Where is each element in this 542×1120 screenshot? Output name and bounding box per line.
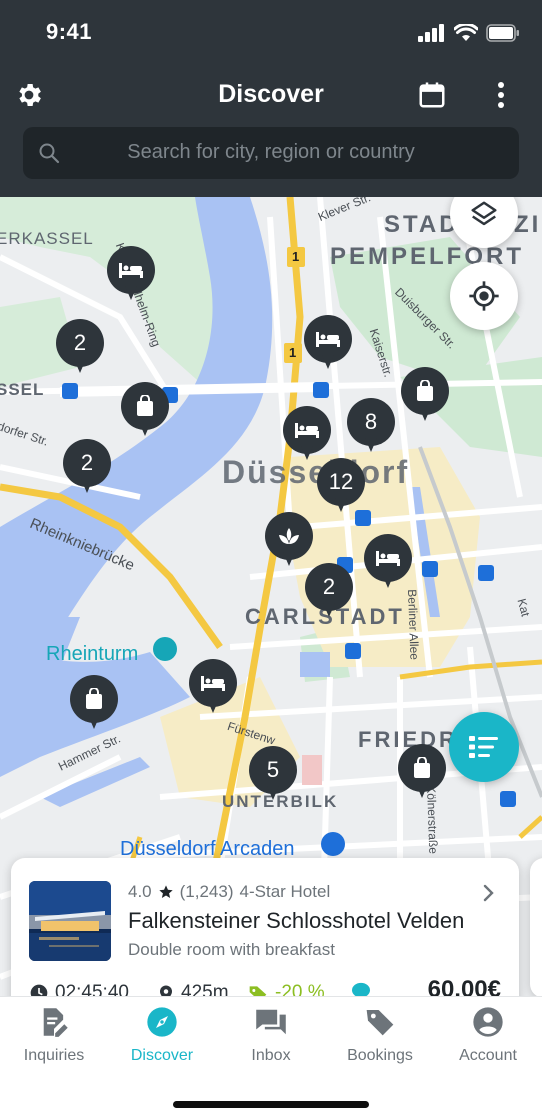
tab-inbox[interactable]: Inbox bbox=[217, 1005, 325, 1075]
cluster-pin[interactable]: 2 bbox=[56, 319, 104, 375]
tab-label: Account bbox=[459, 1047, 517, 1064]
room-description: Double room with breakfast bbox=[128, 940, 335, 959]
map-label-ssel: SSEL bbox=[0, 380, 45, 399]
page-title: Discover bbox=[218, 80, 324, 108]
shopping-pin[interactable] bbox=[70, 675, 118, 731]
review-count: (1,243) bbox=[179, 882, 234, 901]
hotel-category: 4-Star Hotel bbox=[239, 882, 331, 901]
locate-me-button[interactable] bbox=[450, 262, 518, 330]
spa-icon bbox=[279, 528, 299, 544]
wifi-icon bbox=[454, 24, 478, 41]
rating-value: 4.0 bbox=[128, 882, 152, 901]
search-field[interactable]: Search for city, region or country bbox=[23, 127, 519, 179]
hotel-name: Falkensteiner Schlosshotel Velden bbox=[128, 908, 465, 933]
shopping-pin[interactable] bbox=[121, 382, 169, 438]
tab-label: Inquiries bbox=[23, 1047, 85, 1064]
bed-icon bbox=[201, 676, 225, 691]
cluster-pin[interactable]: 12 bbox=[317, 458, 365, 514]
more-button[interactable] bbox=[488, 78, 514, 112]
crosshair-icon bbox=[469, 281, 499, 311]
calendar-icon bbox=[419, 82, 445, 108]
app-bar: Discover bbox=[0, 70, 542, 120]
account-icon bbox=[473, 1007, 503, 1037]
layers-icon bbox=[471, 201, 497, 226]
app-header: 9:41 Discover Search for city, region or… bbox=[0, 0, 542, 197]
chevron-right-icon[interactable] bbox=[483, 884, 495, 902]
rating-row: 4.0 (1,243) 4-Star Hotel bbox=[128, 882, 330, 902]
signal-icon bbox=[418, 24, 444, 42]
tab-label: Discover bbox=[130, 1047, 194, 1064]
home-indicator bbox=[173, 1101, 369, 1108]
status-time: 9:41 bbox=[46, 19, 93, 44]
star-icon bbox=[158, 885, 173, 898]
hotel-pin[interactable] bbox=[304, 315, 352, 371]
status-icons bbox=[418, 22, 520, 44]
search-placeholder: Search for city, region or country bbox=[127, 141, 415, 163]
bed-icon bbox=[295, 423, 319, 438]
shopping-bag-icon bbox=[417, 380, 433, 401]
list-view-button[interactable] bbox=[449, 712, 519, 782]
bed-icon bbox=[376, 551, 400, 566]
map-label-rheinturm: Rheinturm bbox=[46, 643, 139, 665]
tab-account[interactable]: Account bbox=[434, 1005, 542, 1075]
road-shield-1a: 1 bbox=[292, 249, 300, 264]
cluster-pin[interactable]: 2 bbox=[63, 439, 111, 495]
cluster-pin[interactable]: 8 bbox=[347, 398, 395, 454]
calendar-button[interactable] bbox=[415, 78, 449, 112]
tab-discover[interactable]: Discover bbox=[108, 1005, 216, 1075]
status-bar: 9:41 bbox=[0, 0, 542, 66]
spa-pin[interactable] bbox=[265, 512, 313, 568]
map-label-stadt: STAD bbox=[384, 211, 460, 238]
bed-icon bbox=[119, 263, 143, 278]
shopping-bag-icon bbox=[137, 395, 153, 416]
map-label-zi: ZI bbox=[514, 211, 542, 238]
next-card-peek[interactable] bbox=[530, 858, 542, 998]
map-label-berlinerallee: Berliner Allee bbox=[405, 589, 422, 661]
compass-icon bbox=[147, 1007, 177, 1037]
tab-label: Inbox bbox=[251, 1047, 291, 1064]
tag-icon bbox=[366, 1010, 394, 1036]
more-vertical-icon bbox=[498, 82, 504, 108]
list-icon bbox=[469, 736, 498, 758]
chat-icon bbox=[256, 1009, 286, 1035]
tab-bookings[interactable]: Bookings bbox=[326, 1005, 434, 1075]
hotel-pin[interactable] bbox=[364, 534, 412, 590]
hotel-pin[interactable] bbox=[107, 246, 155, 302]
shopping-pin[interactable] bbox=[398, 744, 446, 800]
shopping-pin[interactable] bbox=[401, 367, 449, 423]
battery-icon bbox=[486, 24, 519, 42]
tab-inquiries[interactable]: Inquiries bbox=[0, 1005, 108, 1075]
hotel-pin[interactable] bbox=[283, 406, 331, 462]
hotel-pin[interactable] bbox=[189, 659, 237, 715]
bed-icon bbox=[316, 332, 340, 347]
shopping-bag-icon bbox=[414, 757, 430, 778]
cluster-pin[interactable]: 2 bbox=[305, 563, 353, 619]
tab-label: Bookings bbox=[347, 1047, 413, 1064]
shopping-bag-icon bbox=[86, 688, 102, 709]
hotel-card[interactable]: 4.0 (1,243) 4-Star Hotel Falkensteiner S… bbox=[11, 858, 519, 1018]
road-shield-1b: 1 bbox=[289, 345, 297, 360]
cluster-pin[interactable]: 5 bbox=[249, 746, 297, 802]
hotel-image bbox=[29, 881, 111, 961]
edit-document-icon bbox=[43, 1008, 68, 1037]
map-label-erkassel: ERKASSEL bbox=[0, 229, 94, 248]
